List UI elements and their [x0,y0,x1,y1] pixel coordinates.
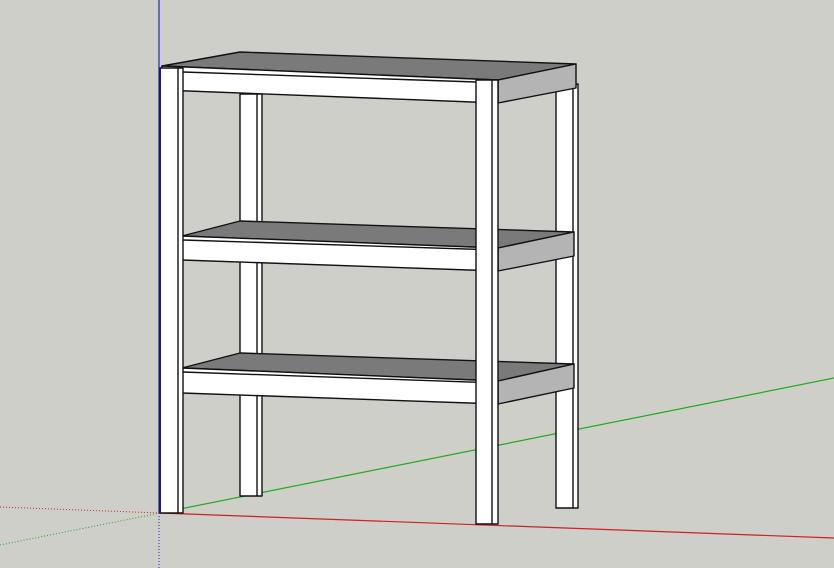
front-right-leg[interactable] [475,79,499,525]
top-shelf[interactable] [161,51,577,104]
red-axis-negative [0,506,161,514]
back-left-leg[interactable] [239,93,263,497]
green-axis-negative [0,512,161,546]
front-left-leg[interactable] [159,67,184,514]
modeling-viewport[interactable] [0,0,834,568]
back-right-leg[interactable] [555,83,579,509]
3d-model-scene[interactable] [0,0,834,568]
